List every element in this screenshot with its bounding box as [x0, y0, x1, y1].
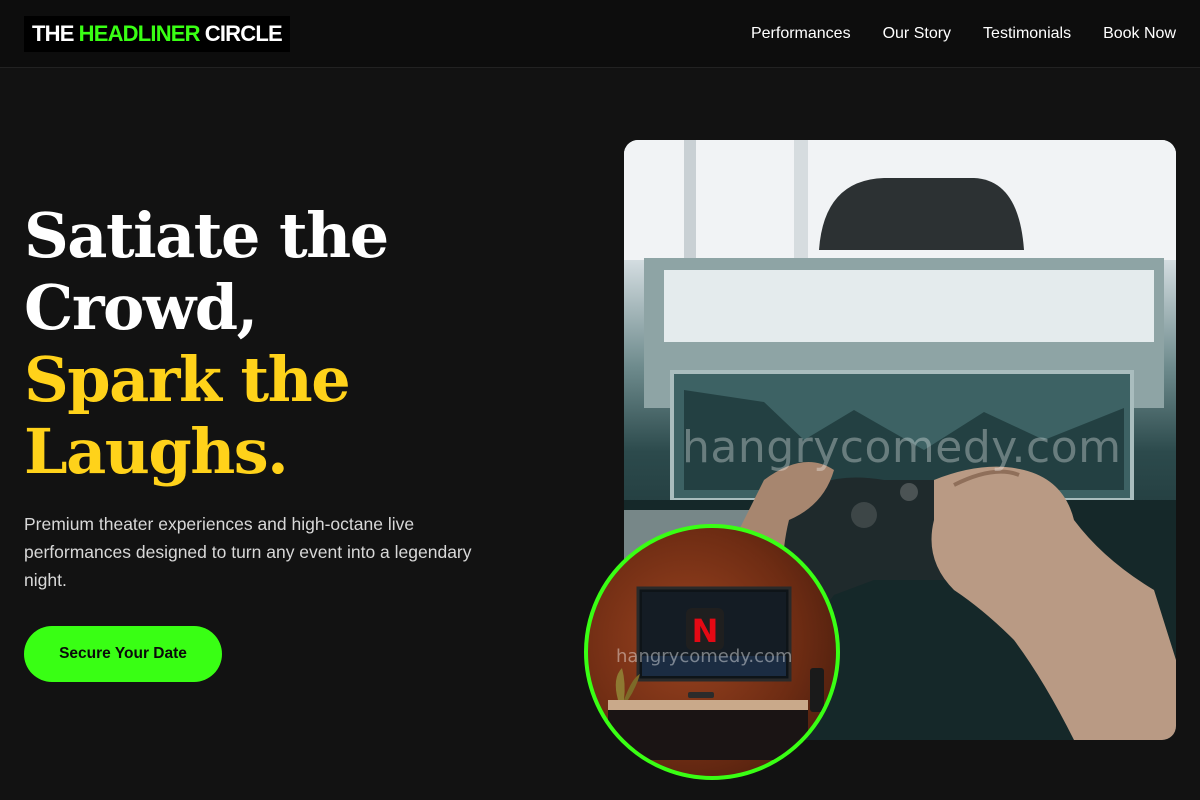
svg-text:N: N: [692, 612, 719, 650]
nav-our-story[interactable]: Our Story: [883, 25, 951, 43]
main-image-watermark: hangrycomedy.com: [682, 422, 1122, 473]
hero-subtitle: Premium theater experiences and high-oct…: [24, 514, 472, 590]
nav-performances[interactable]: Performances: [751, 25, 851, 43]
circle-image-watermark: hangrycomedy.com: [616, 646, 793, 667]
brand-word-headliner: HEADLINER: [78, 21, 201, 46]
hero-headline: Satiate the Crowd, Spark the Laughs.: [24, 200, 584, 488]
brand-word-the: THE: [32, 21, 74, 46]
headline-line-3: Spark the: [24, 343, 351, 416]
brand-word-circle: CIRCLE: [204, 21, 283, 46]
nav-testimonials[interactable]: Testimonials: [983, 25, 1071, 43]
headline-line-1: Satiate the: [24, 199, 389, 272]
nav-book-now[interactable]: Book Now: [1103, 25, 1176, 43]
brand-logo[interactable]: THE HEADLINER CIRCLE: [24, 16, 290, 52]
site-header: THE HEADLINER CIRCLE Performances Our St…: [0, 0, 1200, 68]
main-nav: Performances Our Story Testimonials Book…: [751, 0, 1176, 68]
tv-streaming-image: N hangrycomedy.com: [584, 524, 840, 780]
headline-line-4: Laughs.: [24, 415, 289, 488]
secure-date-button[interactable]: Secure Your Date: [24, 626, 222, 682]
headline-line-2: Crowd,: [24, 271, 258, 344]
